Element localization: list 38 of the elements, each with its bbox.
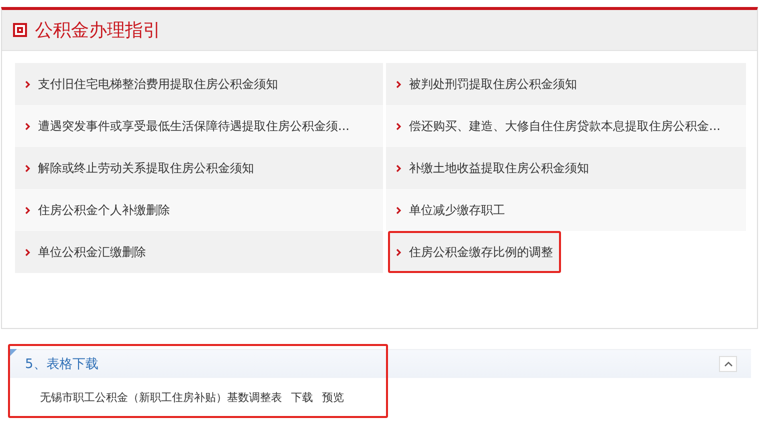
preview-link[interactable]: 预览: [322, 390, 344, 405]
link-text: 被判处刑罚提取住房公积金须知: [409, 76, 577, 92]
link-text: 补缴土地收益提取住房公积金须知: [409, 160, 589, 176]
chevron-icon: [396, 80, 401, 88]
guide-link[interactable]: 住房公积金个人补缴删除: [15, 189, 383, 231]
guide-link[interactable]: 住房公积金缴存比例的调整: [388, 231, 561, 273]
chevron-icon: [25, 164, 30, 172]
chevron-icon: [396, 248, 401, 256]
chevron-icon: [25, 248, 30, 256]
link-text: 解除或终止劳动关系提取住房公积金须知: [38, 160, 254, 176]
link-text: 遭遇突发事件或享受最低生活保障待遇提取住房公积金须...: [38, 118, 350, 134]
link-text: 偿还购买、建造、大修自住住房贷款本息提取住房公积金...: [409, 118, 720, 134]
guide-link[interactable]: 单位减少缴存职工: [386, 189, 746, 231]
chevron-icon: [396, 164, 401, 172]
link-text: 支付旧住宅电梯整治费用提取住房公积金须知: [38, 76, 278, 92]
chevron-icon: [396, 122, 401, 130]
panel-title: 公积金办理指引: [35, 19, 161, 42]
section-title: 5、表格下载: [25, 356, 98, 373]
guide-link[interactable]: 支付旧住宅电梯整治费用提取住房公积金须知: [15, 63, 383, 105]
guide-link[interactable]: 单位公积金汇缴删除: [15, 231, 383, 273]
guide-link[interactable]: 偿还购买、建造、大修自住住房贷款本息提取住房公积金...: [386, 105, 746, 147]
collapse-button[interactable]: [719, 356, 737, 372]
guide-link[interactable]: 补缴土地收益提取住房公积金须知: [386, 147, 746, 189]
chevron-icon: [25, 206, 30, 214]
file-name: 无锡市职工公积金（新职工住房补贴）基数调整表: [40, 390, 282, 405]
link-text: 住房公积金缴存比例的调整: [409, 244, 553, 260]
caret-icon: [724, 361, 732, 367]
link-text: 住房公积金个人补缴删除: [38, 202, 170, 218]
chevron-icon: [25, 80, 30, 88]
chevron-icon: [396, 206, 401, 214]
guide-link[interactable]: 被判处刑罚提取住房公积金须知: [386, 63, 746, 105]
download-link[interactable]: 下载: [291, 390, 313, 405]
chevron-icon: [25, 122, 30, 130]
link-text: 单位减少缴存职工: [409, 202, 505, 218]
square-icon: [13, 23, 27, 37]
guide-link[interactable]: 解除或终止劳动关系提取住房公积金须知: [15, 147, 383, 189]
guide-link[interactable]: 遭遇突发事件或享受最低生活保障待遇提取住房公积金须...: [15, 105, 383, 147]
link-text: 单位公积金汇缴删除: [38, 244, 146, 260]
